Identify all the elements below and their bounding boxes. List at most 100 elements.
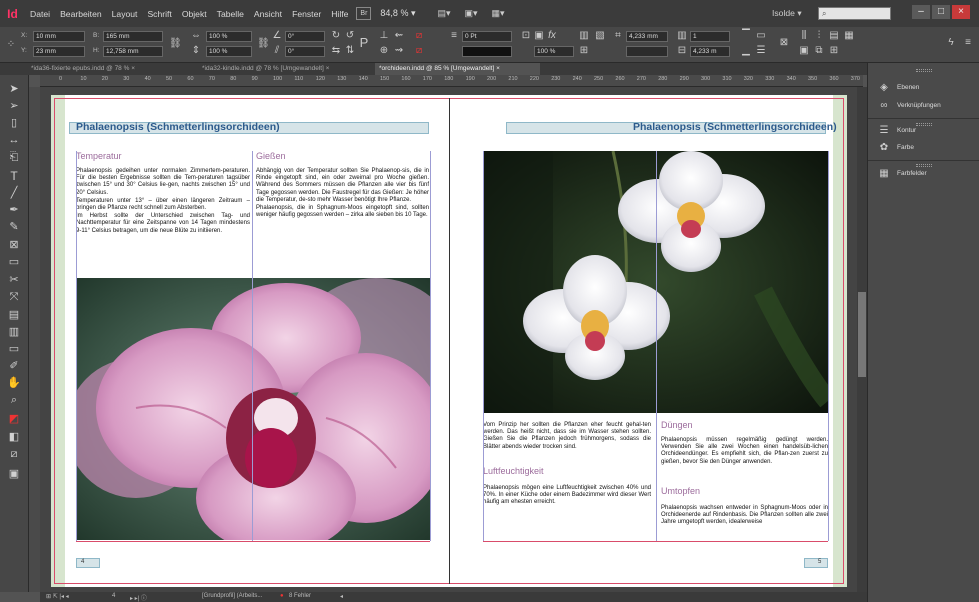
eyedropper-tool-icon[interactable]: ✐: [5, 358, 23, 374]
control-menu-icon[interactable]: ≡: [962, 37, 974, 49]
gap-tool-icon[interactable]: ↔: [5, 132, 23, 148]
select-prev-icon[interactable]: ⇜: [393, 30, 405, 42]
rectangle-frame-tool-icon[interactable]: ⊠: [5, 237, 23, 253]
panel-farbe[interactable]: ✿ Farbe: [868, 136, 979, 158]
pen-tool-icon[interactable]: ✒: [5, 202, 23, 218]
menu-datei[interactable]: Datei: [25, 9, 55, 19]
select-next-icon[interactable]: ⇝: [393, 45, 405, 57]
preflight-profile[interactable]: [Grundprofil] (Arbeits...: [202, 593, 262, 599]
scale-x-field[interactable]: 100 %: [206, 31, 252, 42]
panel-farbfelder[interactable]: ▦ Farbfelder: [868, 162, 979, 184]
content-placer-icon[interactable]: ⧉: [813, 45, 825, 57]
page-tool-icon[interactable]: ▯: [5, 115, 23, 131]
distribute-icon[interactable]: ⫶: [813, 30, 825, 42]
columns-field[interactable]: 1: [690, 31, 730, 42]
gradient-swatch-tool-icon[interactable]: ▤: [5, 307, 23, 323]
screen-mode-icon[interactable]: ▣▾: [465, 8, 478, 19]
align-objects-icon[interactable]: ⫼: [798, 30, 810, 42]
note-tool-icon[interactable]: ▭: [5, 341, 23, 357]
arrange-docs-icon[interactable]: ▦▾: [492, 8, 505, 19]
page-number-field[interactable]: 4: [112, 593, 115, 599]
rotation-field[interactable]: 0°: [285, 31, 325, 42]
width-field[interactable]: 165 mm: [103, 31, 163, 42]
pencil-tool-icon[interactable]: ✎: [5, 219, 23, 235]
menu-fenster[interactable]: Fenster: [287, 9, 326, 19]
layout-icon[interactable]: ▤: [828, 30, 840, 42]
direct-selection-tool-icon[interactable]: ➢: [5, 98, 23, 114]
free-transform-tool-icon[interactable]: ⤧: [5, 289, 23, 305]
content-collector-icon[interactable]: ⎗: [5, 149, 23, 165]
menu-tabelle[interactable]: Tabelle: [212, 9, 249, 19]
fit-content-icon[interactable]: ⊞: [578, 45, 590, 57]
scissors-tool-icon[interactable]: ✂: [5, 272, 23, 288]
menu-bearbeiten[interactable]: Bearbeiten: [55, 9, 107, 19]
menu-schrift[interactable]: Schrift: [142, 9, 176, 19]
panel-verknuepfungen[interactable]: ∞ Verknüpfungen: [868, 94, 979, 116]
rectangle-tool-icon[interactable]: ▭: [5, 254, 23, 270]
horizontal-ruler[interactable]: 0 10 20 30 40 50 60 70 80 90 100 110 120 130 140 150 160…: [40, 75, 881, 87]
page-next-icon[interactable]: ▸ ▸| ⓘ: [130, 593, 147, 602]
panel-grip[interactable]: [916, 69, 932, 72]
shear-field[interactable]: 0°: [285, 46, 325, 57]
align-bottom-icon[interactable]: ▁: [740, 45, 752, 57]
zoom-tool-icon[interactable]: ⌕: [5, 392, 23, 408]
scroll-thumb[interactable]: [858, 292, 866, 377]
preflight-errors[interactable]: 8 Fehler: [289, 593, 311, 599]
x-field[interactable]: 10 mm: [33, 31, 85, 42]
flip-v-icon[interactable]: ⇅: [344, 45, 356, 57]
apply-none-icon[interactable]: ⧄: [5, 446, 23, 462]
view-mode-icon[interactable]: ▣: [5, 466, 23, 482]
select-container-icon[interactable]: ⊥: [378, 30, 390, 42]
constrain-proportions-icon[interactable]: ⛓: [169, 38, 182, 50]
stroke-swatch-icon[interactable]: ⧄: [413, 45, 425, 57]
scale-y-field[interactable]: 100 %: [206, 46, 252, 57]
panel-options-icon[interactable]: ▦: [843, 30, 855, 42]
menu-objekt[interactable]: Objekt: [177, 9, 212, 19]
fill-stroke-icon[interactable]: ◩: [5, 411, 23, 427]
flip-h-icon[interactable]: ⇆: [330, 45, 342, 57]
align-select[interactable]: [626, 46, 668, 57]
frame-fit-icon[interactable]: ⊡: [520, 30, 532, 42]
maximize-button[interactable]: □: [932, 5, 950, 19]
height-field[interactable]: 12,758 mm: [103, 46, 163, 57]
fill-swatch-icon[interactable]: ⧄: [413, 30, 425, 42]
effects-icon[interactable]: fx: [546, 30, 558, 42]
drop-shadow-icon[interactable]: ▣: [533, 30, 545, 42]
hand-tool-icon[interactable]: ✋: [5, 375, 23, 391]
align-center-icon[interactable]: ▭: [755, 30, 767, 42]
gap-field[interactable]: 4,233 mm: [626, 31, 668, 42]
constrain-scale-icon[interactable]: ⛓: [257, 38, 270, 50]
bridge-button[interactable]: Br: [356, 7, 372, 20]
selection-tool-icon[interactable]: ➤: [5, 81, 23, 97]
text-frame-icon[interactable]: ⊞: [828, 45, 840, 57]
zoom-select[interactable]: 84,8 % ▾: [380, 8, 415, 19]
line-tool-icon[interactable]: ╱: [5, 185, 23, 201]
tab-ida36[interactable]: *ida36-fixierte epubs.indd @ 78 % ×: [27, 63, 195, 75]
align-justify-icon[interactable]: ☰: [755, 45, 767, 57]
minimize-button[interactable]: –: [912, 5, 930, 19]
gradient-feather-tool-icon[interactable]: ▥: [5, 324, 23, 340]
menu-ansicht[interactable]: Ansicht: [249, 9, 287, 19]
vertical-ruler[interactable]: [29, 87, 40, 592]
type-tool-icon[interactable]: T: [5, 168, 23, 184]
frame-options-icon[interactable]: ⊠: [778, 37, 790, 49]
search-input[interactable]: ⌕: [818, 7, 891, 20]
page-nav-icon[interactable]: ⊞ ⇱ |◂ ◂: [46, 593, 69, 600]
menu-hilfe[interactable]: Hilfe: [326, 9, 353, 19]
document-canvas[interactable]: Phalaenopsis (Schmetterlingsorchideen) P…: [40, 87, 857, 592]
rotate-ccw-icon[interactable]: ↺: [344, 30, 356, 42]
y-field[interactable]: 23 mm: [33, 46, 85, 57]
close-button[interactable]: ×: [952, 5, 970, 19]
align-top-icon[interactable]: ▔: [740, 30, 752, 42]
gutter-field[interactable]: 4,233 m: [690, 46, 730, 57]
scroll-left-icon[interactable]: ◂: [340, 593, 343, 600]
format-affects-icon[interactable]: ◧: [5, 429, 23, 445]
text-wrap-icon[interactable]: ▥: [578, 30, 590, 42]
auto-fit-icon[interactable]: ▣: [798, 45, 810, 57]
menu-layout[interactable]: Layout: [107, 9, 143, 19]
user-name[interactable]: Isolde ▾: [772, 8, 802, 19]
tab-orchideen[interactable]: *orchideen.indd @ 85 % [Umgewandelt] ×: [375, 63, 540, 75]
rotate-cw-icon[interactable]: ↻: [330, 30, 342, 42]
opacity-field[interactable]: 100 %: [534, 46, 574, 57]
tab-ida32[interactable]: *ida32-kindle.indd @ 78 % [Umgewandelt] …: [198, 63, 372, 75]
